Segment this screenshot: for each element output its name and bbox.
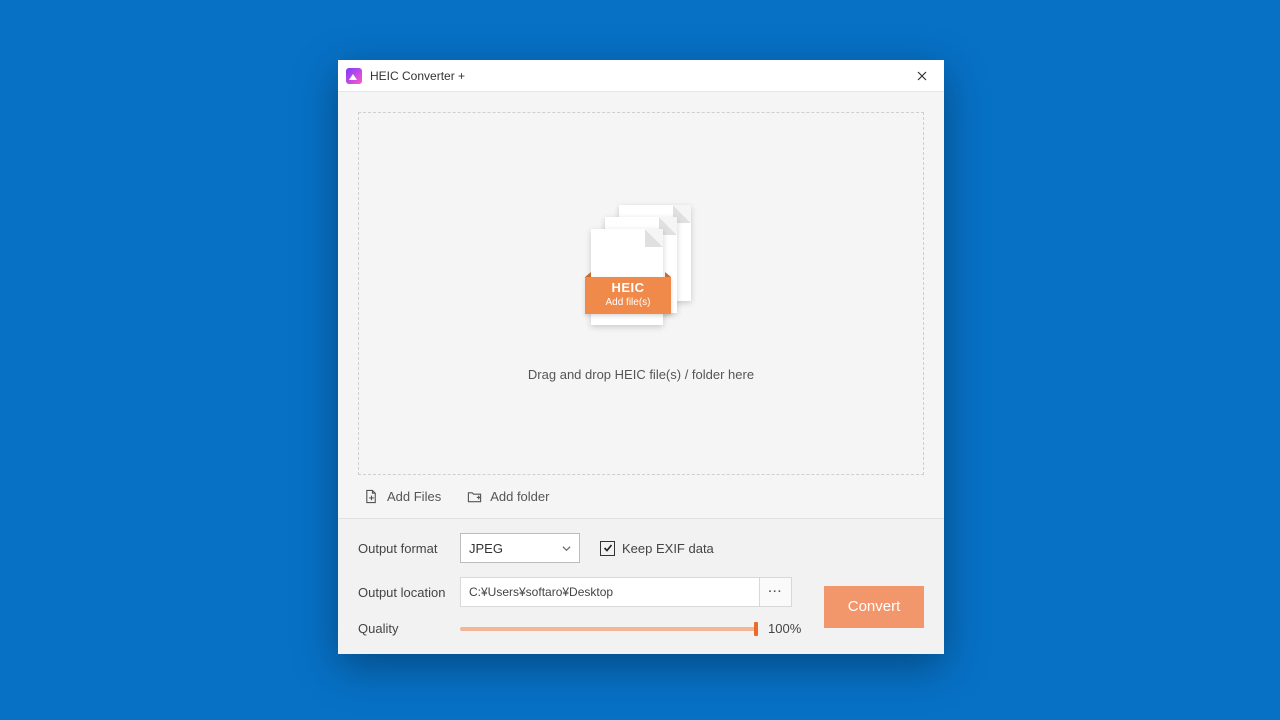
add-file-icon — [364, 489, 379, 504]
output-format-select[interactable]: JPEG — [460, 533, 580, 563]
file-stack-icon: HEIC Add file(s) — [591, 205, 691, 335]
titlebar: HEIC Converter + — [338, 60, 944, 92]
add-files-button[interactable]: Add Files — [364, 489, 441, 504]
body-area: HEIC Add file(s) Drag and drop HEIC file… — [338, 92, 944, 518]
checkbox-icon — [600, 541, 615, 556]
add-folder-icon — [467, 489, 482, 504]
quality-value: 100% — [768, 621, 808, 636]
keep-exif-label: Keep EXIF data — [622, 541, 714, 556]
drop-instruction: Drag and drop HEIC file(s) / folder here — [528, 367, 754, 382]
output-location-value: C:¥Users¥softaro¥Desktop — [469, 585, 613, 599]
app-window: HEIC Converter + HEIC Add file(s) Drag a… — [338, 60, 944, 654]
add-folder-label: Add folder — [490, 489, 549, 504]
convert-button[interactable]: Convert — [824, 586, 924, 628]
actions-row: Add Files Add folder — [358, 475, 924, 518]
keep-exif-checkbox[interactable]: Keep EXIF data — [600, 541, 714, 556]
output-location-field[interactable]: C:¥Users¥softaro¥Desktop — [460, 577, 760, 607]
app-icon — [346, 68, 362, 84]
ellipsis-icon: ··· — [769, 586, 783, 598]
close-button[interactable] — [899, 60, 944, 92]
tag-title: HEIC — [585, 281, 671, 296]
output-format-label: Output format — [358, 541, 460, 556]
output-format-value: JPEG — [469, 541, 503, 556]
output-location-label: Output location — [358, 585, 460, 600]
quality-slider[interactable] — [460, 627, 756, 631]
close-icon — [917, 71, 927, 81]
tag-sub: Add file(s) — [585, 297, 671, 309]
quality-label: Quality — [358, 621, 460, 636]
chevron-down-icon — [562, 544, 571, 553]
dropzone[interactable]: HEIC Add file(s) Drag and drop HEIC file… — [358, 112, 924, 475]
browse-button[interactable]: ··· — [760, 577, 792, 607]
settings-panel: Output format JPEG Keep EXIF data Output… — [338, 518, 944, 654]
app-title: HEIC Converter + — [370, 69, 465, 83]
slider-thumb[interactable] — [754, 622, 758, 636]
convert-label: Convert — [848, 598, 901, 615]
heic-tag: HEIC Add file(s) — [585, 277, 671, 314]
add-files-label: Add Files — [387, 489, 441, 504]
add-folder-button[interactable]: Add folder — [467, 489, 549, 504]
